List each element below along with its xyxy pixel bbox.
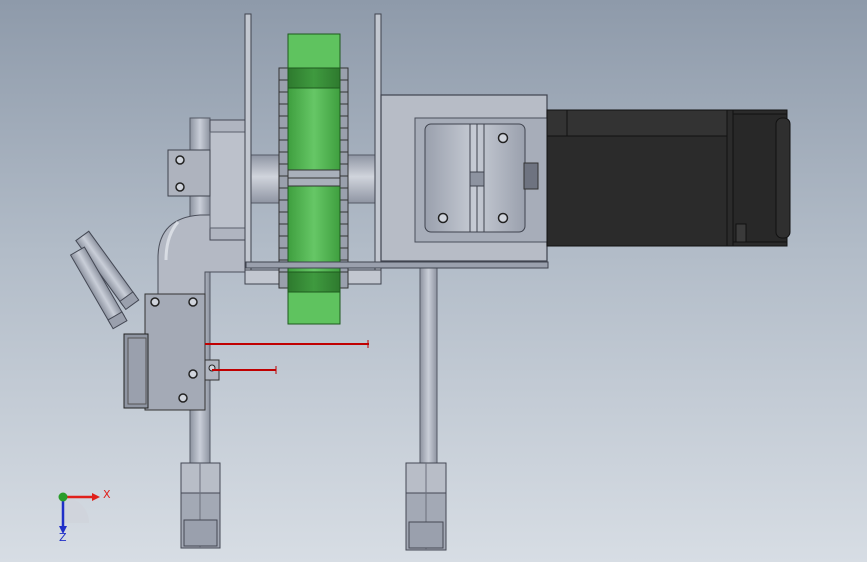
- cad-viewport[interactable]: X Z: [0, 0, 867, 562]
- right-post[interactable]: [419, 261, 438, 473]
- axis-z-label: Z: [59, 531, 67, 544]
- left-foot[interactable]: [180, 462, 221, 549]
- coordinate-triad: [58, 492, 100, 534]
- flange-plate[interactable]: [167, 149, 211, 197]
- servo-motor[interactable]: [546, 109, 791, 247]
- left-bearing-block[interactable]: [209, 119, 249, 241]
- right-side-plate[interactable]: [344, 13, 382, 285]
- axis-x-label: X: [103, 488, 111, 501]
- red-reference-lines: [205, 340, 369, 374]
- sensor-body[interactable]: [123, 333, 149, 409]
- shaft-coupling[interactable]: [424, 123, 539, 233]
- right-foot[interactable]: [405, 462, 447, 551]
- sensor-cylinders[interactable]: [69, 230, 140, 330]
- green-wheel[interactable]: [287, 33, 341, 325]
- assembly-model[interactable]: [0, 0, 867, 562]
